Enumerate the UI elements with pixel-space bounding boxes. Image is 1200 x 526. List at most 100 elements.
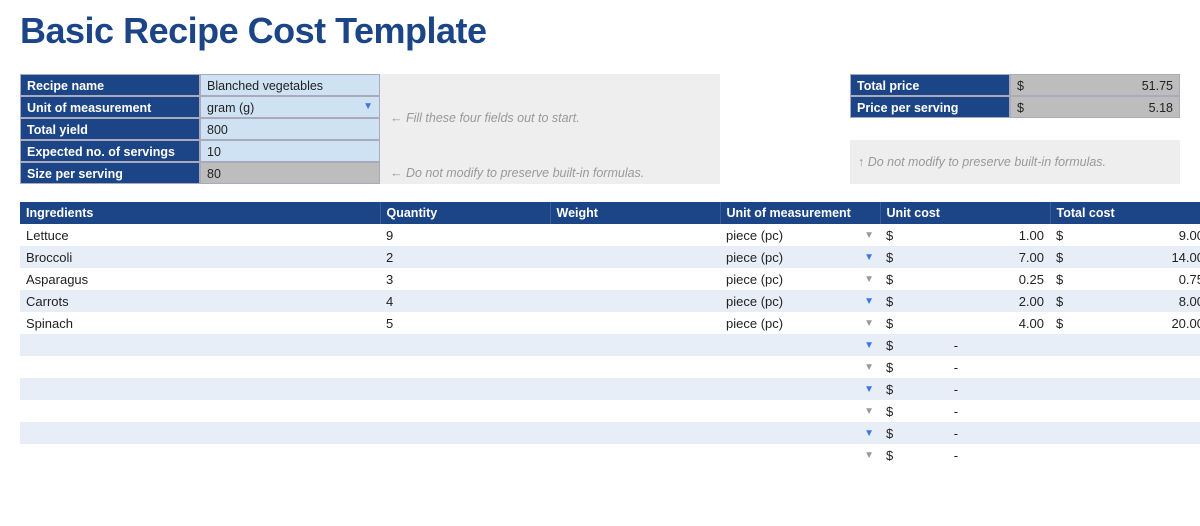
table-row: ▼ $-0.00: [20, 400, 1200, 422]
unit-cost-value: -: [954, 382, 958, 397]
currency-symbol: $: [886, 360, 893, 375]
table-row: Spinach5piece (pc)▼$4.00$20.00: [20, 312, 1200, 334]
input-uom-dropdown[interactable]: gram (g) ▼: [200, 96, 380, 118]
currency-symbol: $: [886, 250, 893, 265]
total-price-value: 51.75: [1142, 75, 1173, 95]
chevron-down-icon: ▼: [864, 384, 874, 395]
cell-ingredient[interactable]: [20, 422, 380, 444]
cell-unit-cost[interactable]: $-0.00: [880, 356, 1050, 378]
cell-unit-cost[interactable]: $4.00: [880, 312, 1050, 334]
cell-uom-dropdown[interactable]: piece (pc)▼: [720, 246, 880, 268]
cell-weight[interactable]: [550, 400, 720, 422]
cell-unit-cost[interactable]: $-0.00: [880, 400, 1050, 422]
total-cost-value: 8.00: [1179, 294, 1200, 309]
table-row: ▼$-0.00: [20, 378, 1200, 400]
chevron-down-icon: ▼: [864, 450, 874, 461]
cell-uom-dropdown[interactable]: ▼: [720, 422, 880, 444]
output-total-price: $ 51.75: [1010, 74, 1180, 96]
cell-ingredient[interactable]: Carrots: [20, 290, 380, 312]
chevron-down-icon: ▼: [864, 406, 874, 417]
table-row: ▼ $-0.00: [20, 422, 1200, 444]
cell-weight[interactable]: [550, 444, 720, 466]
cell-total-cost: [1050, 356, 1200, 378]
cell-quantity[interactable]: [380, 400, 550, 422]
cell-quantity[interactable]: [380, 378, 550, 400]
currency-symbol: $: [886, 294, 893, 309]
cell-unit-cost[interactable]: $2.00: [880, 290, 1050, 312]
chevron-down-icon: ▼: [864, 296, 874, 307]
currency-symbol: $: [1056, 228, 1063, 243]
cell-weight[interactable]: [550, 246, 720, 268]
cell-ingredient[interactable]: [20, 378, 380, 400]
cell-weight[interactable]: [550, 268, 720, 290]
cell-uom-dropdown[interactable]: ▼: [720, 356, 880, 378]
cell-weight[interactable]: [550, 290, 720, 312]
cell-uom-dropdown[interactable]: ▼: [720, 334, 880, 356]
price-per-serving-value: 5.18: [1149, 97, 1173, 117]
cell-quantity[interactable]: 5: [380, 312, 550, 334]
cell-weight[interactable]: [550, 422, 720, 444]
cell-uom-dropdown[interactable]: ▼: [720, 378, 880, 400]
total-cost-value: 0.75: [1179, 272, 1200, 287]
cell-unit-cost[interactable]: $-0.00: [880, 422, 1050, 444]
cell-ingredient[interactable]: Asparagus: [20, 268, 380, 290]
input-total-yield[interactable]: 800: [200, 118, 380, 140]
currency-symbol: $: [886, 382, 893, 397]
cell-ingredient[interactable]: Broccoli: [20, 246, 380, 268]
cell-unit-cost[interactable]: $0.25: [880, 268, 1050, 290]
chevron-down-icon: ▼: [363, 96, 373, 118]
cell-uom-dropdown[interactable]: piece (pc)▼: [720, 224, 880, 246]
cell-weight[interactable]: [550, 378, 720, 400]
cell-total-cost: $0.75: [1050, 268, 1200, 290]
label-recipe-name: Recipe name: [20, 74, 200, 96]
currency-symbol: $: [886, 404, 893, 419]
table-row: ▼ $-0.00: [20, 444, 1200, 466]
th-uom: Unit of measurement: [720, 202, 880, 224]
input-recipe-name[interactable]: Blanched vegetables: [200, 74, 380, 96]
cell-uom-dropdown[interactable]: piece (pc)▼: [720, 312, 880, 334]
table-row: ▼$-0.00: [20, 334, 1200, 356]
unit-cost-value: -: [954, 426, 958, 441]
cell-weight[interactable]: [550, 356, 720, 378]
cell-total-cost: [1050, 444, 1200, 466]
cell-ingredient[interactable]: [20, 444, 380, 466]
cell-unit-cost[interactable]: $-0.00: [880, 444, 1050, 466]
cell-ingredient[interactable]: Lettuce: [20, 224, 380, 246]
cell-uom-dropdown[interactable]: piece (pc)▼: [720, 268, 880, 290]
unit-cost-value: -: [954, 448, 958, 463]
form-panel: Recipe name Unit of measurement Total yi…: [20, 74, 1180, 184]
chevron-down-icon: ▼: [864, 428, 874, 439]
cell-quantity[interactable]: [380, 356, 550, 378]
cell-quantity[interactable]: 9: [380, 224, 550, 246]
cell-uom-dropdown[interactable]: ▼: [720, 400, 880, 422]
cell-ingredient[interactable]: [20, 356, 380, 378]
cell-ingredient[interactable]: Spinach: [20, 312, 380, 334]
unit-cost-value: -: [954, 338, 958, 353]
cell-ingredient[interactable]: [20, 400, 380, 422]
cell-quantity[interactable]: [380, 444, 550, 466]
cell-total-cost: $9.00: [1050, 224, 1200, 246]
cell-quantity[interactable]: 3: [380, 268, 550, 290]
cell-uom-dropdown[interactable]: ▼: [720, 444, 880, 466]
cell-uom-value: piece (pc): [726, 294, 783, 309]
cell-unit-cost[interactable]: $1.00: [880, 224, 1050, 246]
cell-unit-cost[interactable]: $7.00: [880, 246, 1050, 268]
cell-uom-dropdown[interactable]: piece (pc) ▼: [720, 290, 880, 312]
cell-weight[interactable]: [550, 334, 720, 356]
cell-quantity[interactable]: [380, 334, 550, 356]
cell-unit-cost[interactable]: $-0.00: [880, 334, 1050, 356]
label-price-per-serving: Price per serving: [850, 96, 1010, 118]
unit-cost-value: -: [954, 360, 958, 375]
currency-symbol: $: [1056, 294, 1063, 309]
input-expected-servings[interactable]: 10: [200, 140, 380, 162]
cell-quantity[interactable]: 4: [380, 290, 550, 312]
chevron-down-icon: ▼: [864, 230, 874, 241]
cell-unit-cost[interactable]: $-0.00: [880, 378, 1050, 400]
input-uom-value: gram (g): [207, 101, 254, 115]
cell-weight[interactable]: [550, 312, 720, 334]
cell-weight[interactable]: [550, 224, 720, 246]
cell-total-cost: [1050, 400, 1200, 422]
cell-quantity[interactable]: 2: [380, 246, 550, 268]
cell-ingredient[interactable]: [20, 334, 380, 356]
cell-quantity[interactable]: [380, 422, 550, 444]
